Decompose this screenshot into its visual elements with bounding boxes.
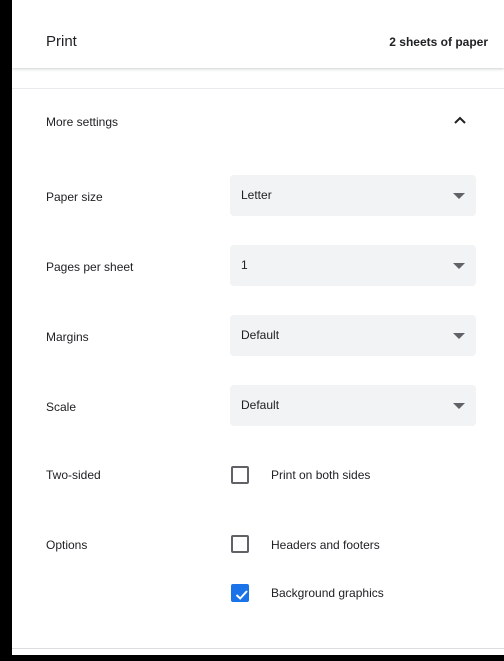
scale-select[interactable]: Default [230, 385, 476, 426]
options-label: Options [46, 538, 88, 552]
print-both-sides-label[interactable]: Print on both sides [271, 468, 370, 482]
scale-value: Default [241, 398, 280, 412]
sheet-count: 2 sheets of paper [389, 35, 488, 49]
background-graphics-label[interactable]: Background graphics [271, 586, 384, 600]
paper-size-value: Letter [241, 188, 272, 202]
paper-size-select[interactable]: Letter [230, 175, 476, 216]
print-settings-panel: Print 2 sheets of paper More settings Pa… [12, 0, 504, 655]
scale-label: Scale [46, 400, 77, 414]
dropdown-arrow-icon [453, 403, 465, 409]
divider [12, 88, 504, 89]
background-graphics-checkbox[interactable] [231, 584, 249, 602]
more-settings-toggle[interactable]: More settings [12, 100, 504, 142]
pages-per-sheet-select[interactable]: 1 [230, 245, 476, 286]
chevron-up-icon[interactable] [452, 114, 468, 126]
print-header: Print 2 sheets of paper [12, 0, 504, 68]
dropdown-arrow-icon [453, 193, 465, 199]
divider [12, 648, 504, 649]
margins-select[interactable]: Default [230, 315, 476, 356]
margins-value: Default [241, 328, 280, 342]
headers-footers-checkbox[interactable] [231, 535, 249, 553]
pages-per-sheet-value: 1 [241, 258, 248, 272]
headers-footers-label[interactable]: Headers and footers [271, 538, 380, 552]
more-settings-label: More settings [46, 115, 119, 129]
dropdown-arrow-icon [453, 333, 465, 339]
margins-label: Margins [46, 330, 89, 344]
two-sided-label: Two-sided [46, 468, 101, 482]
paper-size-label: Paper size [46, 190, 103, 204]
print-both-sides-checkbox[interactable] [231, 466, 249, 484]
dropdown-arrow-icon [453, 263, 465, 269]
checkmark-icon [235, 590, 248, 600]
page-title: Print [46, 33, 77, 50]
pages-per-sheet-label: Pages per sheet [46, 260, 134, 274]
